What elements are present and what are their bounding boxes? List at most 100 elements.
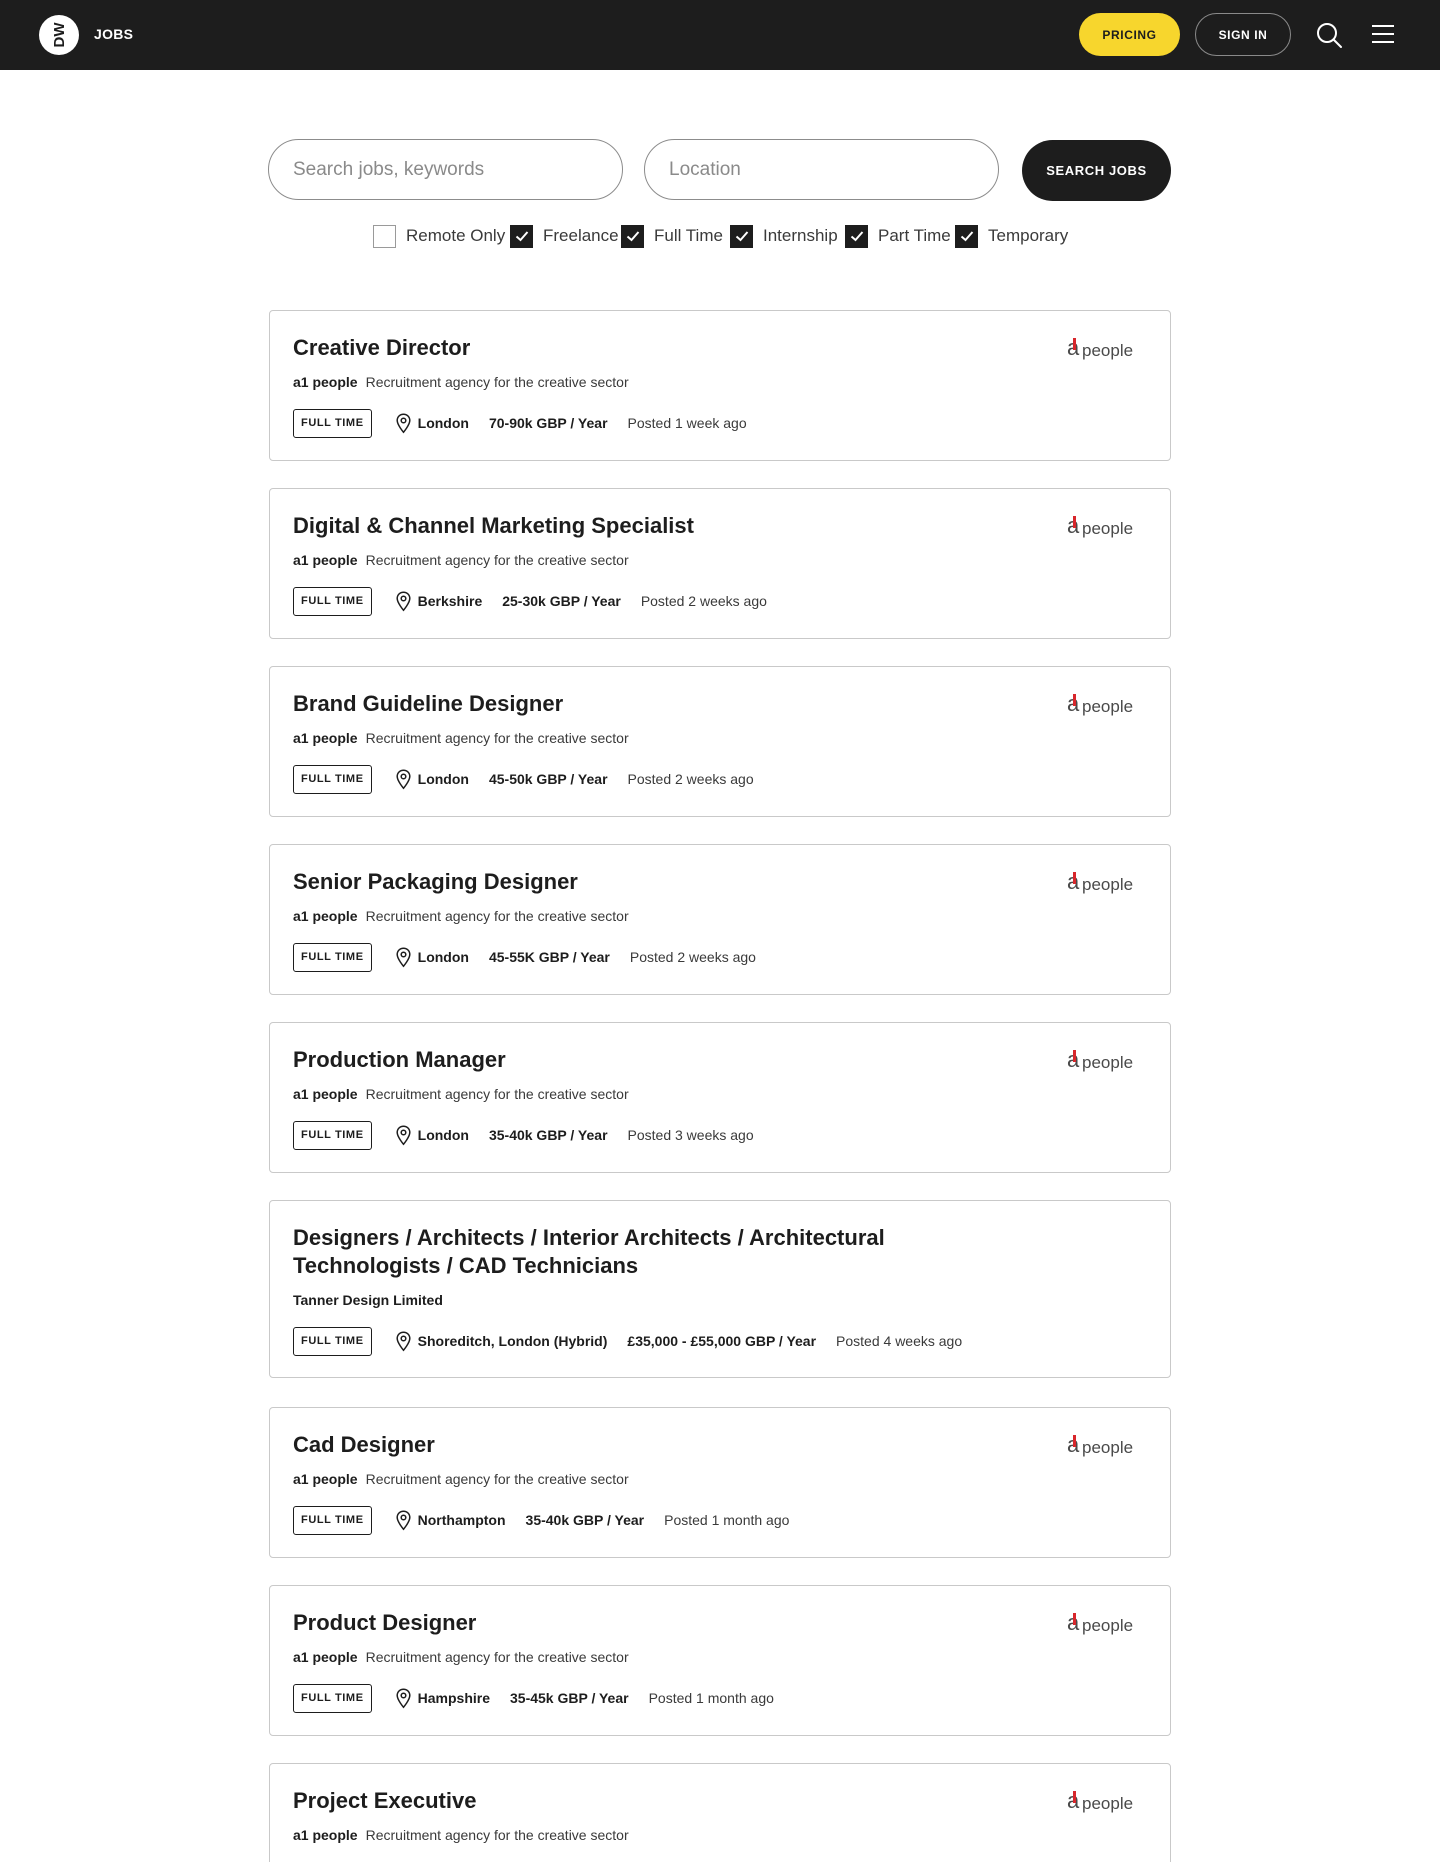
hamburger-menu-icon[interactable] (1370, 21, 1396, 47)
job-salary: £35,000 - £55,000 GBP / Year (627, 1333, 817, 1349)
company-name[interactable]: a1 people (293, 1471, 358, 1487)
job-card[interactable]: Creative Director a1 people Recruitment ag… (269, 310, 1171, 461)
company-name[interactable]: a1 people (293, 1827, 358, 1843)
top-navigation-bar: DW JOBS PRICING SIGN IN (0, 0, 1440, 70)
job-card[interactable]: Production Manager a1 people Recruitment a… (269, 1022, 1171, 1173)
filter-internship[interactable]: Internship (730, 224, 838, 248)
job-posted-date: Posted 1 month ago (648, 1690, 774, 1706)
a1-people-logo: apeople (1067, 1048, 1133, 1072)
job-type-badge: FULL TIME (293, 764, 372, 794)
job-salary: 35-40k GBP / Year (488, 1127, 608, 1143)
pricing-button[interactable]: PRICING (1079, 13, 1180, 56)
logo-text: people (1082, 1616, 1133, 1635)
sign-in-button[interactable]: SIGN IN (1195, 13, 1291, 56)
job-title[interactable]: Senior Packaging Designer (293, 868, 993, 896)
job-location: London (417, 415, 469, 431)
filter-checkbox[interactable] (955, 224, 978, 248)
job-salary: 35-45k GBP / Year (510, 1690, 629, 1706)
job-posted-date: Posted 4 weeks ago (836, 1333, 963, 1349)
company-name[interactable]: Tanner Design Limited (293, 1292, 443, 1308)
keywords-search-input[interactable] (268, 139, 623, 200)
job-card[interactable]: Brand Guideline Designer a1 people Recruit… (269, 666, 1171, 817)
location-pin-icon (396, 1124, 411, 1145)
logo-text: people (1082, 341, 1133, 360)
job-posted-date: Posted 2 weeks ago (627, 771, 754, 787)
location-pin-icon (396, 1687, 411, 1708)
job-title[interactable]: Production Manager (293, 1046, 993, 1074)
logo-text: people (1082, 697, 1133, 716)
company-name[interactable]: a1 people (293, 374, 358, 390)
job-type-badge: FULL TIME (293, 1120, 372, 1150)
location-pin-icon (396, 1330, 411, 1351)
job-location: London (417, 1127, 469, 1143)
filter-checkbox[interactable] (845, 224, 868, 248)
filter-label: Internship (763, 226, 838, 245)
search-icon[interactable] (1315, 21, 1343, 49)
job-posted-date: Posted 2 weeks ago (640, 593, 767, 609)
job-type-badge: FULL TIME (293, 1326, 372, 1356)
location-input[interactable] (644, 139, 999, 200)
company-description: Recruitment agency for the creative sect… (365, 1086, 629, 1102)
filter-checkbox[interactable] (373, 224, 396, 248)
company-description: Recruitment agency for the creative sect… (365, 1471, 629, 1487)
company-name[interactable]: a1 people (293, 1649, 358, 1665)
job-type-badge: FULL TIME (293, 1683, 372, 1713)
job-card[interactable]: Digital & Channel Marketing Specialist a1… (269, 488, 1171, 639)
job-meta: FULL TIME Shoreditch, London (Hybrid) £35,… (293, 1326, 962, 1356)
job-location: Shoreditch, London (Hybrid) (417, 1333, 608, 1349)
filter-remote-only[interactable]: Remote Only (373, 224, 505, 248)
job-title[interactable]: Cad Designer (293, 1431, 993, 1459)
job-location: London (417, 771, 469, 787)
filter-part-time[interactable]: Part Time (845, 224, 951, 248)
job-card[interactable]: Designers / Architects / Interior Archit… (269, 1200, 1171, 1378)
job-card[interactable]: Senior Packaging Designer a1 people Recrui… (269, 844, 1171, 995)
section-label[interactable]: JOBS (94, 26, 133, 42)
logo-text: people (1082, 519, 1133, 538)
site-logo[interactable]: DW (39, 15, 79, 55)
job-meta: FULL TIME London 45-50k GBP / Year Posted 2… (293, 764, 754, 794)
a1-people-logo: apeople (1067, 336, 1133, 360)
filter-temporary[interactable]: Temporary (955, 224, 1068, 248)
job-location: London (417, 949, 469, 965)
filter-checkbox[interactable] (621, 224, 644, 248)
logo-text: DW (50, 22, 68, 48)
filter-label: Freelance (543, 226, 619, 245)
company-line: a1 people Recruitment agency for the crea… (293, 552, 629, 568)
job-card[interactable]: Product Designer a1 people Recruitment age… (269, 1585, 1171, 1736)
job-card[interactable]: Project Executive a1 people Recruitment ag… (269, 1763, 1171, 1862)
job-title[interactable]: Brand Guideline Designer (293, 690, 993, 718)
job-salary: 35-40k GBP / Year (525, 1512, 645, 1528)
filter-checkbox[interactable] (730, 224, 753, 248)
a1-people-logo: apeople (1067, 1611, 1133, 1635)
job-title[interactable]: Project Executive (293, 1787, 993, 1815)
company-name[interactable]: a1 people (293, 552, 358, 568)
filter-full-time[interactable]: Full Time (621, 224, 723, 248)
logo-text: people (1082, 875, 1133, 894)
company-description: Recruitment agency for the creative sect… (365, 1827, 629, 1843)
filter-freelance[interactable]: Freelance (510, 224, 619, 248)
company-name[interactable]: a1 people (293, 730, 358, 746)
job-salary: 45-55K GBP / Year (488, 949, 610, 965)
job-posted-date: Posted 1 week ago (627, 415, 747, 431)
job-type-badge: FULL TIME (293, 1505, 372, 1535)
job-title[interactable]: Product Designer (293, 1609, 993, 1637)
job-title[interactable]: Digital & Channel Marketing Specialist (293, 512, 993, 540)
company-name[interactable]: a1 people (293, 908, 358, 924)
job-meta: FULL TIME Hampshire 35-45k GBP / Year Poste… (293, 1683, 774, 1713)
search-jobs-button[interactable]: SEARCH JOBS (1022, 140, 1171, 201)
job-type-badge: FULL TIME (293, 586, 372, 616)
logo-text: people (1082, 1438, 1133, 1457)
a1-people-logo: apeople (1067, 1433, 1133, 1457)
filter-checkbox[interactable] (510, 224, 533, 248)
a1-people-logo: apeople (1067, 1789, 1133, 1813)
job-card[interactable]: Cad Designer a1 people Recruitment agency … (269, 1407, 1171, 1558)
company-name[interactable]: a1 people (293, 1086, 358, 1102)
location-pin-icon (396, 768, 411, 789)
company-line: a1 people Recruitment agency for the crea… (293, 908, 629, 924)
job-title[interactable]: Creative Director (293, 334, 993, 362)
job-posted-date: Posted 3 weeks ago (627, 1127, 754, 1143)
job-salary: 25-30k GBP / Year (502, 593, 621, 609)
job-title[interactable]: Designers / Architects / Interior Archit… (293, 1224, 993, 1280)
company-line: a1 people Recruitment agency for the crea… (293, 1086, 629, 1102)
a1-people-logo: apeople (1067, 692, 1133, 716)
